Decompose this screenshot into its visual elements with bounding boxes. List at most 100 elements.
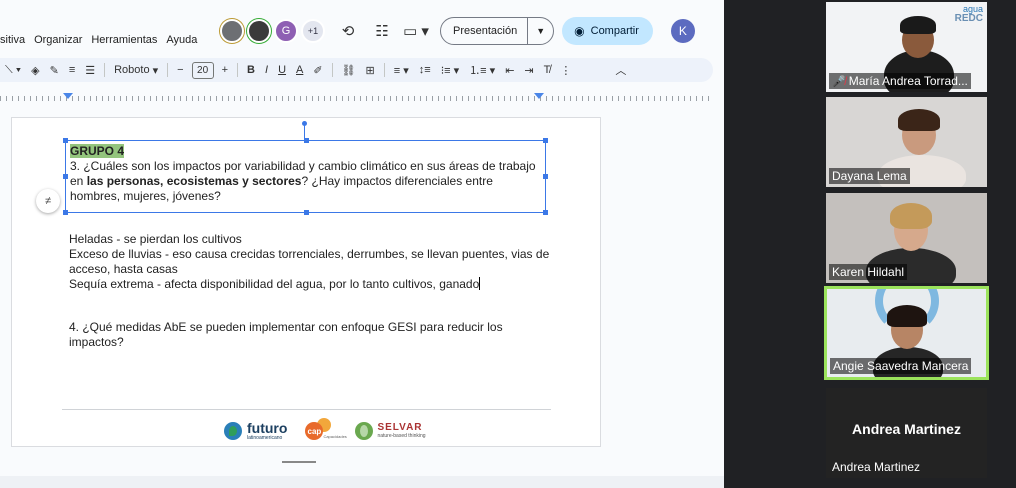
participant-hair xyxy=(898,109,940,131)
question-4-text[interactable]: 4. ¿Qué medidas AbE se pueden implementa… xyxy=(69,320,529,350)
clear-formatting-icon[interactable]: T̸ xyxy=(539,64,556,76)
line-spacing-icon[interactable]: ↕≡ xyxy=(414,64,436,76)
futuro-wordmark: futuro xyxy=(247,420,288,436)
participant-name: Angie Saavedra Mancera xyxy=(830,358,972,374)
selvar-logo: SELVAR nature-based thinking xyxy=(355,422,426,440)
share-button-label: Compartir xyxy=(590,25,639,37)
screen: sitiva Organizar Herramientas Ayuda G +1… xyxy=(0,0,1016,488)
account-avatar[interactable]: K xyxy=(670,19,695,43)
participant-name: María Andrea Torrad... xyxy=(848,74,968,88)
selected-text-box[interactable]: GRUPO 4 3. ¿Cuáles son los impactos por … xyxy=(63,138,548,215)
footer-divider xyxy=(62,409,551,410)
answer-line: Sequía extrema - afecta disponibilidad d… xyxy=(69,277,480,291)
capacidades-mark: cap xyxy=(305,422,324,440)
resize-handle[interactable] xyxy=(304,138,309,143)
selvar-wordmark: SELVAR xyxy=(377,422,423,433)
answer-line: Exceso de lluvias - eso causa crecidas t… xyxy=(69,247,550,276)
underline-icon[interactable]: U xyxy=(273,64,291,76)
resize-handle[interactable] xyxy=(543,138,548,143)
answers-text[interactable]: Heladas - se pierdan los cultivos Exceso… xyxy=(69,232,554,292)
participant-tile[interactable]: Karen Hildahl xyxy=(826,193,987,283)
history-icon[interactable]: ⟲ xyxy=(334,17,362,45)
line-tool-icon[interactable]: ⟍ ▾ xyxy=(0,64,26,77)
participant-initials-display: Andrea Martinez xyxy=(852,421,961,437)
comment-icon[interactable]: ☷ xyxy=(368,17,396,45)
resize-handle[interactable] xyxy=(63,210,68,215)
capacidades-logo: cap Capacidades xyxy=(305,418,347,444)
selvar-subtitle: nature-based thinking xyxy=(377,433,426,439)
present-button[interactable]: Presentación ▼ xyxy=(440,17,555,45)
slides-editor: sitiva Organizar Herramientas Ayuda G +1… xyxy=(0,0,724,488)
participant-name: Karen Hildahl xyxy=(829,264,908,280)
mic-muted-icon: 🎤̸ xyxy=(832,76,846,88)
participant-tile-active-speaker[interactable]: Angie Saavedra Mancera xyxy=(824,286,989,380)
background-logo: agua REDC xyxy=(955,4,983,24)
futuro-subtitle: latinoamericano xyxy=(247,435,283,441)
collaborator-avatar-2[interactable] xyxy=(247,19,271,43)
resize-handle[interactable] xyxy=(63,138,68,143)
bold-icon[interactable]: B xyxy=(242,64,260,76)
resize-handle[interactable] xyxy=(304,210,309,215)
increase-indent-icon[interactable]: ⇥ xyxy=(519,64,538,77)
border-weight-icon[interactable]: ≡ xyxy=(64,64,80,76)
participant-name-label: 🎤̸ María Andrea Torrad... xyxy=(829,73,971,89)
bulleted-list-icon[interactable]: ⁝≡ ▾ xyxy=(436,64,465,77)
filmstrip-scroll-indicator[interactable] xyxy=(282,461,316,463)
more-collaborators-badge[interactable]: +1 xyxy=(301,19,325,43)
background-logo-bottom: REDC xyxy=(954,13,983,24)
ruler-indent-marker[interactable] xyxy=(534,93,544,99)
collapse-toolbar-icon[interactable]: ︿ xyxy=(610,62,631,78)
partner-logos: futuro latinoamericano cap Capacidades S… xyxy=(224,418,426,444)
font-select[interactable]: Roboto ▾ xyxy=(109,64,163,77)
decrease-indent-icon[interactable]: ⇤ xyxy=(500,64,519,77)
highlight-icon[interactable]: ✐ xyxy=(308,64,327,77)
border-color-icon[interactable]: ✎ xyxy=(45,64,64,77)
menu-item-help[interactable]: Ayuda xyxy=(166,34,197,50)
speaker-notes-strip[interactable] xyxy=(0,476,724,488)
participant-tile[interactable]: Dayana Lema xyxy=(826,97,987,187)
increase-font-icon[interactable]: + xyxy=(217,64,233,76)
resize-handle[interactable] xyxy=(543,210,548,215)
menu-item-tools[interactable]: Herramientas xyxy=(91,34,157,50)
globe-icon: ◉ xyxy=(574,24,585,38)
futuro-logo: futuro latinoamericano xyxy=(224,421,287,441)
font-size-input[interactable]: 20 xyxy=(191,61,214,79)
menu-item-arrange[interactable]: Organizar xyxy=(34,34,82,50)
capacidades-subtitle: Capacidades xyxy=(323,434,347,439)
answer-line-with-cursor: Sequía extrema - afecta disponibilidad d… xyxy=(69,277,554,292)
present-button-label: Presentación xyxy=(453,25,518,37)
resize-handle[interactable] xyxy=(543,174,548,179)
italic-icon[interactable]: I xyxy=(260,64,273,76)
text-cursor xyxy=(479,277,481,290)
text-color-icon[interactable]: A xyxy=(291,64,308,76)
slide-canvas[interactable]: GRUPO 4 3. ¿Cuáles son los impactos por … xyxy=(11,117,601,447)
chevron-down-icon[interactable]: ▼ xyxy=(527,18,553,44)
header-actions: G +1 ⟲ ☷ ▭ ▾ Presentación ▼ ◉ Compartir … xyxy=(220,14,695,48)
answer-line: Heladas - se pierdan los cultivos xyxy=(69,232,242,246)
insert-comment-icon[interactable]: ⊞ xyxy=(361,64,380,77)
border-dash-icon[interactable]: ☰ xyxy=(80,64,100,77)
formatting-toolbar: ⟍ ▾ ◈ ✎ ≡ ☰ Roboto ▾ − 20 + B I U A ✐ ⛓ … xyxy=(0,58,713,82)
toolbar-divider xyxy=(331,63,333,77)
meet-camera-icon[interactable]: ▭ ▾ xyxy=(402,17,430,45)
collaborator-avatar-1[interactable] xyxy=(220,19,244,43)
ruler-indent-marker[interactable] xyxy=(63,93,73,99)
link-icon[interactable]: ⛓ xyxy=(337,64,361,77)
hide-spelling-icon[interactable]: ≠ xyxy=(36,189,60,213)
toolbar-divider xyxy=(383,63,385,77)
menu-item-format[interactable]: sitiva xyxy=(0,34,25,50)
futuro-mark-icon xyxy=(224,422,242,440)
toolbar-divider xyxy=(237,63,239,77)
numbered-list-icon[interactable]: ⒈≡ ▾ xyxy=(464,62,500,78)
participant-hair xyxy=(887,305,927,327)
participant-tile[interactable]: agua REDC 🎤̸ María Andrea Torrad... xyxy=(826,2,987,92)
align-icon[interactable]: ≡ ▾ xyxy=(389,64,414,77)
participant-name: Dayana Lema xyxy=(829,168,910,184)
resize-handle[interactable] xyxy=(63,174,68,179)
decrease-font-icon[interactable]: − xyxy=(172,64,188,76)
participant-tile-camera-off[interactable]: Andrea Martinez Andrea Martinez xyxy=(826,388,987,478)
more-options-icon[interactable]: ⋮ xyxy=(555,64,576,77)
fill-color-icon[interactable]: ◈ xyxy=(26,64,44,77)
collaborator-avatar-3[interactable]: G xyxy=(274,19,298,43)
share-button[interactable]: ◉ Compartir xyxy=(562,17,653,45)
